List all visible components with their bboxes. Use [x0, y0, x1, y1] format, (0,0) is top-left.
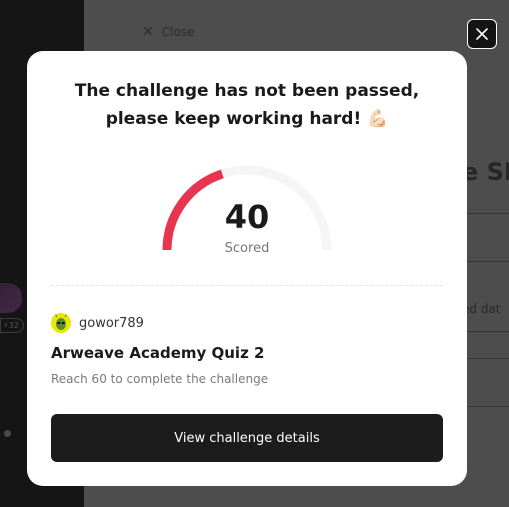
result-heading-line2: please keep working hard!	[105, 109, 362, 129]
background-close-label: Close	[161, 25, 195, 39]
user-info: gowor789	[51, 313, 144, 333]
background-title: e SP	[462, 158, 509, 186]
result-heading: The challenge has not been passed, pleas…	[27, 77, 467, 133]
section-divider	[51, 285, 443, 286]
username[interactable]: gowor789	[79, 316, 144, 331]
background-avatar-badge: ⚡32	[0, 318, 24, 333]
background-table-cell: ed dat	[462, 302, 501, 316]
result-heading-line2-row: please keep working hard! 💪🏻	[27, 105, 467, 133]
background-divider	[466, 331, 509, 332]
view-challenge-details-button[interactable]: View challenge details	[51, 414, 443, 462]
result-heading-line1: The challenge has not been passed,	[74, 81, 420, 101]
flexed-bicep-icon: 💪🏻	[367, 109, 389, 129]
score-value: 40	[224, 198, 270, 236]
background-dot	[4, 430, 11, 437]
quiz-requirement: Reach 60 to complete the challenge	[51, 372, 269, 386]
background-divider	[466, 358, 509, 359]
background-avatar	[0, 283, 22, 313]
background-divider	[466, 261, 509, 262]
challenge-result-modal: The challenge has not been passed, pleas…	[27, 51, 467, 486]
background-avatar-group: ⚡32	[0, 283, 24, 333]
quiz-title: Arweave Academy Quiz 2	[51, 344, 265, 362]
background-close-icon: ✕	[142, 24, 154, 40]
background-divider	[466, 213, 509, 214]
score-label: Scored	[224, 241, 270, 256]
background-close-button: ✕ Close	[142, 24, 194, 40]
background-divider	[466, 406, 509, 407]
close-icon	[476, 28, 488, 40]
alien-avatar-icon	[51, 313, 71, 333]
view-challenge-details-label: View challenge details	[174, 430, 320, 446]
close-button[interactable]	[467, 19, 497, 49]
